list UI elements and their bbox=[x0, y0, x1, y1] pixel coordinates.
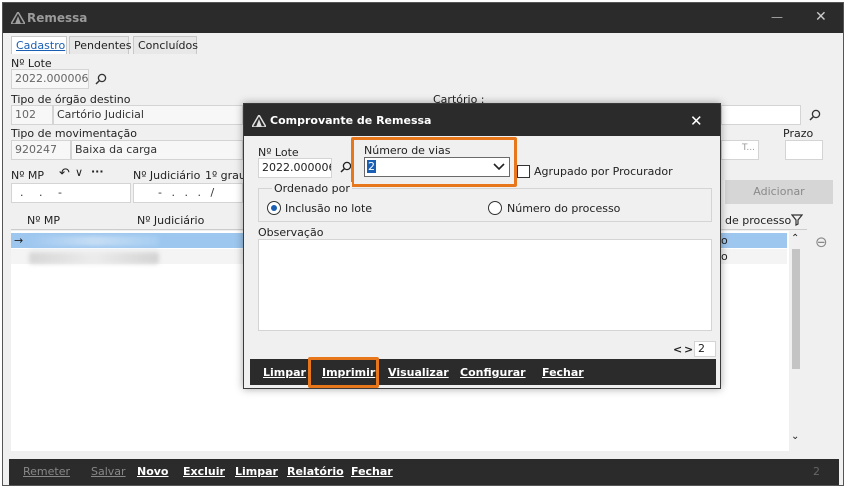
agrupado-label: Agrupado por Procurador bbox=[534, 165, 673, 178]
tab-pendentes[interactable]: Pendentes bbox=[69, 36, 132, 54]
observacao-textarea[interactable] bbox=[258, 239, 712, 331]
row-pointer-icon: → bbox=[14, 234, 24, 247]
comprovante-dialog: Comprovante de Remessa ✕ Nº Lote 2022.00… bbox=[243, 103, 721, 389]
t-field[interactable]: T... bbox=[721, 140, 759, 160]
vertical-scrollbar[interactable]: ⌃ ⌄ bbox=[789, 231, 803, 449]
next-icon[interactable]: > bbox=[684, 343, 693, 356]
dialog-close-button[interactable]: ✕ bbox=[690, 112, 703, 130]
observacao-label: Observação bbox=[258, 226, 324, 239]
relatorio-button[interactable]: Relatório bbox=[287, 465, 344, 478]
excluir-button[interactable]: Excluir bbox=[183, 465, 225, 478]
prev-icon[interactable]: < bbox=[673, 343, 682, 356]
lote-field[interactable]: 2022.000006 bbox=[11, 69, 89, 89]
app-logo-icon bbox=[11, 12, 25, 24]
radio-inclusao-label: Inclusão no lote bbox=[285, 202, 373, 215]
movimentacao-name-field[interactable]: Baixa da carga bbox=[71, 140, 243, 160]
novo-button[interactable]: Novo bbox=[137, 465, 169, 478]
app-logo-icon bbox=[252, 115, 266, 127]
prazo-label: Prazo bbox=[783, 127, 814, 140]
dialog-visualizar-button[interactable]: Visualizar bbox=[388, 366, 449, 379]
chevron-down-icon bbox=[493, 163, 505, 171]
grid-col-mp[interactable]: Nº MP bbox=[27, 214, 60, 227]
title-bar: Remessa — ✕ bbox=[3, 3, 843, 33]
prazo-field[interactable] bbox=[785, 140, 823, 160]
highlight-box bbox=[308, 357, 379, 388]
row-processo: o bbox=[721, 250, 728, 263]
grid-col-judicial[interactable]: Nº Judiciário bbox=[137, 214, 204, 227]
dialog-configurar-button[interactable]: Configurar bbox=[460, 366, 526, 379]
tab-cadastro[interactable]: Cadastro bbox=[11, 36, 67, 54]
chevron-down-icon[interactable]: ∨ bbox=[75, 166, 83, 179]
radio-numero-processo[interactable] bbox=[488, 201, 502, 215]
dialog-limpar-button[interactable]: Limpar bbox=[263, 366, 306, 379]
dialog-lote-field[interactable]: 2022.000006 bbox=[258, 158, 332, 178]
dialog-fechar-button[interactable]: Fechar bbox=[542, 366, 584, 379]
grau-label: 1º grau bbox=[205, 169, 246, 182]
redacted-value bbox=[29, 252, 159, 264]
scroll-up-icon[interactable]: ⌃ bbox=[791, 233, 799, 244]
page-indicator: 2 bbox=[813, 465, 820, 478]
limpar-button[interactable]: Limpar bbox=[235, 465, 278, 478]
remove-icon[interactable]: ⊖ bbox=[815, 233, 828, 251]
filter-icon[interactable] bbox=[791, 214, 803, 226]
scroll-thumb[interactable] bbox=[792, 249, 800, 369]
ordenado-label: Ordenado por bbox=[272, 182, 352, 195]
adicionar-button[interactable]: Adicionar bbox=[725, 180, 833, 204]
search-icon[interactable] bbox=[809, 109, 821, 121]
agrupado-checkbox[interactable] bbox=[517, 165, 530, 178]
mp-field[interactable]: . . - bbox=[11, 183, 131, 203]
cartorio-field[interactable] bbox=[721, 105, 801, 125]
orgao-code-field[interactable]: 102 bbox=[11, 105, 53, 125]
scroll-down-icon[interactable]: ⌄ bbox=[791, 431, 799, 442]
more-options-icon[interactable]: ··· bbox=[91, 165, 104, 178]
close-button[interactable]: ✕ bbox=[815, 9, 827, 25]
grid-col-processo[interactable]: de processo bbox=[725, 214, 791, 227]
remeter-button[interactable]: Remeter bbox=[23, 465, 70, 478]
orgao-name-field[interactable]: Cartório Judicial bbox=[53, 105, 243, 125]
fechar-button[interactable]: Fechar bbox=[351, 465, 393, 478]
bottom-toolbar: Remeter Salvar Novo Excluir Limpar Relat… bbox=[9, 459, 839, 485]
radio-inclusao[interactable] bbox=[267, 201, 281, 215]
radio-numero-processo-label: Número do processo bbox=[507, 202, 621, 215]
minimize-button[interactable]: — bbox=[771, 10, 783, 24]
vias-select[interactable]: 2 bbox=[364, 157, 510, 177]
counter-field[interactable]: 2 bbox=[694, 341, 716, 357]
redacted-value bbox=[29, 236, 159, 246]
mp-label: Nº MP bbox=[11, 169, 45, 182]
undo-icon[interactable]: ↶ bbox=[59, 166, 70, 181]
judicial-label: Nº Judiciário bbox=[133, 169, 201, 182]
salvar-button[interactable]: Salvar bbox=[91, 465, 126, 478]
window-title: Remessa bbox=[27, 11, 88, 25]
tab-concluidos[interactable]: Concluídos bbox=[133, 36, 198, 54]
vias-label: Número de vias bbox=[364, 144, 451, 157]
row-processo: o bbox=[721, 234, 728, 247]
movimentacao-code-field[interactable]: 920247 bbox=[11, 140, 71, 160]
movimentacao-label: Tipo de movimentação bbox=[11, 127, 137, 140]
dialog-title: Comprovante de Remessa bbox=[270, 114, 432, 127]
search-icon[interactable] bbox=[95, 73, 107, 85]
dialog-title-bar: Comprovante de Remessa ✕ bbox=[244, 104, 720, 136]
vias-value: 2 bbox=[367, 160, 376, 173]
judicial-field[interactable]: - . . . / bbox=[133, 183, 243, 203]
